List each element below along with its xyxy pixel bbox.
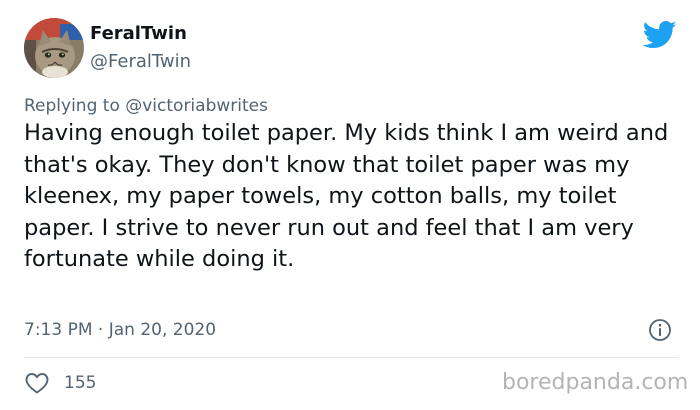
reply-prefix: Replying to bbox=[24, 96, 120, 116]
twitter-bird-icon[interactable] bbox=[642, 20, 677, 50]
divider bbox=[24, 357, 678, 358]
watermark: boredpanda.com bbox=[502, 370, 689, 395]
tweet-timestamp[interactable]: 7:13 PM · Jan 20, 2020 bbox=[24, 320, 216, 340]
like-count: 155 bbox=[64, 373, 97, 393]
heart-icon[interactable] bbox=[24, 371, 50, 395]
info-icon[interactable] bbox=[648, 318, 672, 342]
user-handle[interactable]: @FeralTwin bbox=[90, 51, 191, 72]
reply-mention-link[interactable]: @victoriabwrites bbox=[125, 96, 268, 116]
reply-context: Replying to @victoriabwrites bbox=[24, 96, 268, 116]
avatar[interactable] bbox=[24, 18, 84, 78]
display-name[interactable]: FeralTwin bbox=[90, 23, 187, 44]
tweet-body: Having enough toilet paper. My kids thin… bbox=[24, 120, 669, 272]
tweet-card: FeralTwin @FeralTwin Replying to @victor… bbox=[0, 0, 700, 410]
